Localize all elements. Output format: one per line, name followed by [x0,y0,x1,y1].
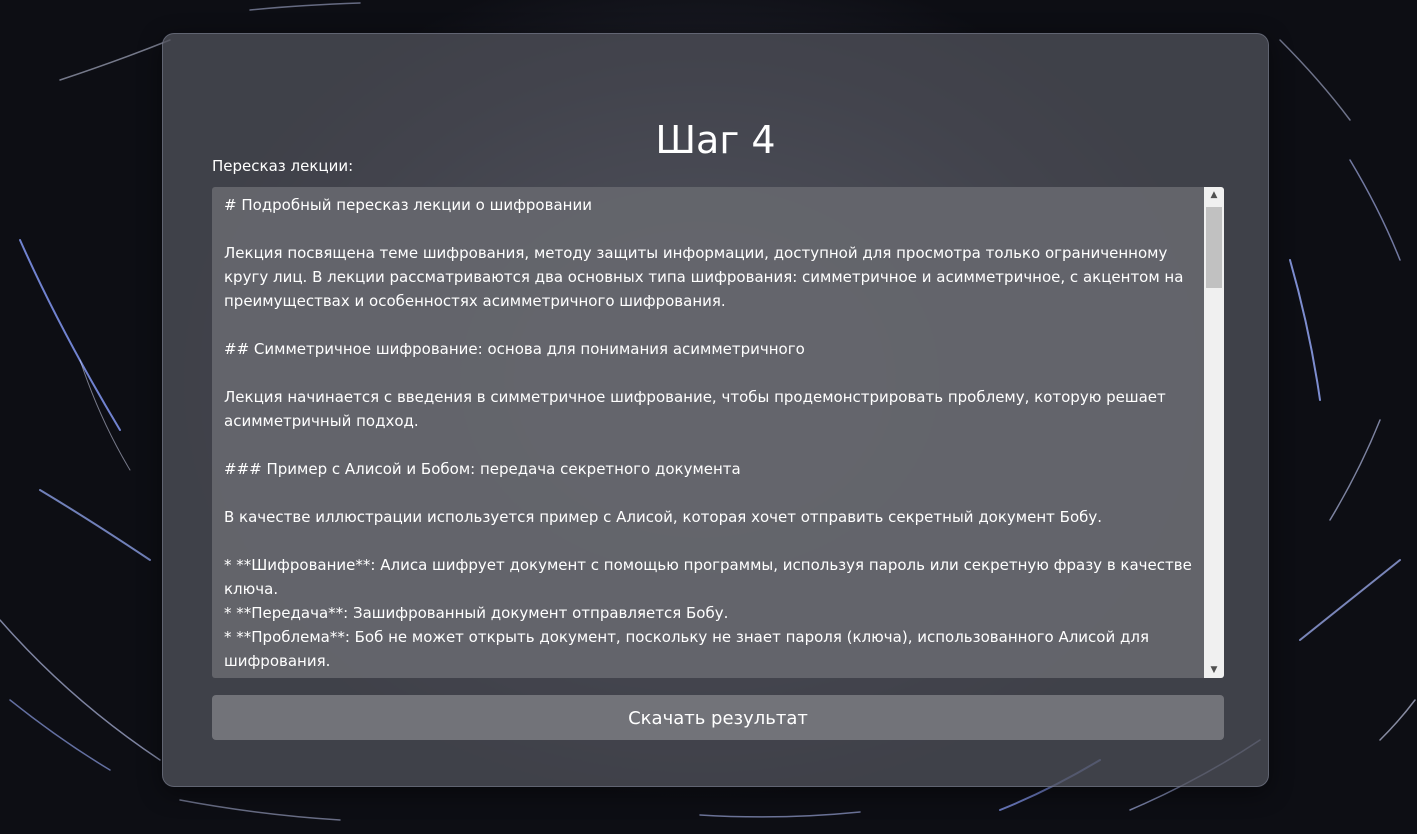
summary-label: Пересказ лекции: [212,157,354,175]
download-result-button[interactable]: Скачать результат [212,695,1224,740]
summary-text[interactable]: # Подробный пересказ лекции о шифровании… [224,193,1194,673]
textarea-scrollbar[interactable]: ▲ ▼ [1204,187,1224,678]
scroll-down-arrow-icon[interactable]: ▼ [1204,662,1224,678]
scroll-thumb[interactable] [1206,207,1222,288]
step-card: Шаг 4 Пересказ лекции: # Подробный перес… [162,33,1269,787]
scroll-up-arrow-icon[interactable]: ▲ [1204,187,1224,203]
summary-textarea[interactable]: # Подробный пересказ лекции о шифровании… [212,187,1224,678]
